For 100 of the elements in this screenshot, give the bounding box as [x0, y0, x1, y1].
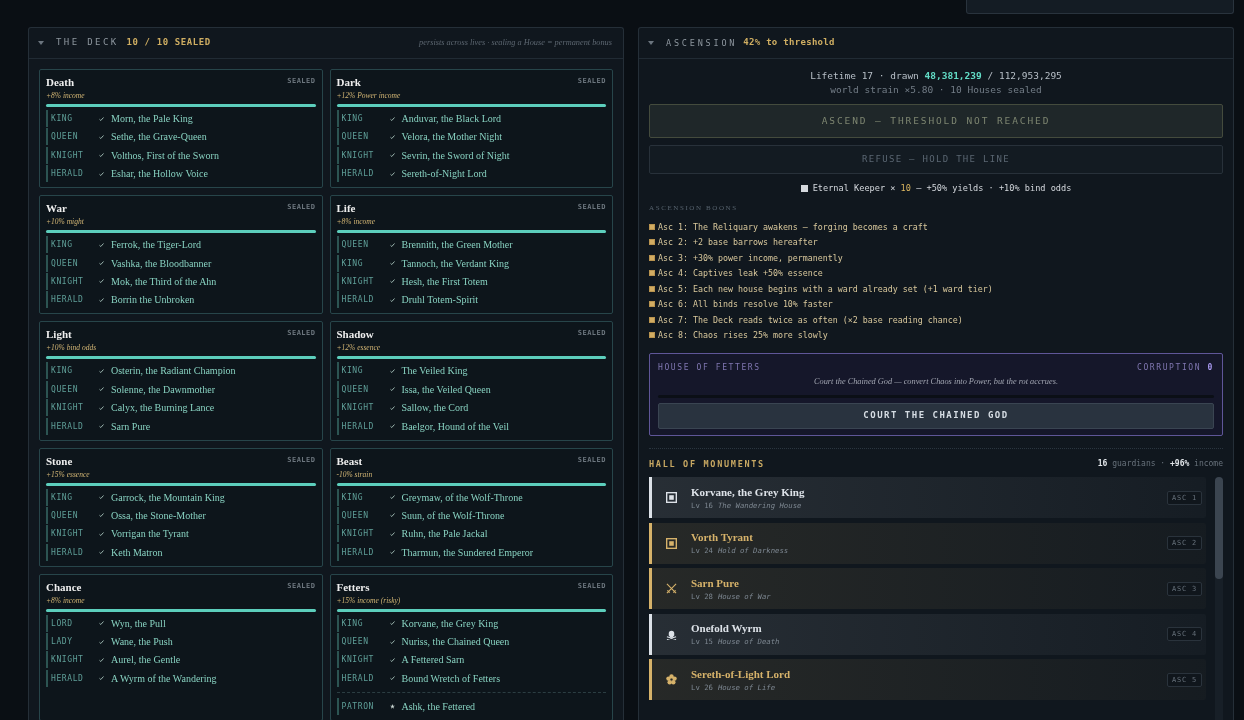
square-icon	[649, 316, 655, 323]
member-name: Vorrigan the Tyrant	[111, 527, 189, 541]
house-name: Stone	[46, 453, 73, 468]
boon-text: Asc 5: Each new house begins with a ward already set (+1 ward tier)	[658, 282, 993, 295]
court-button[interactable]: COURT THE CHAINED GOD	[658, 403, 1214, 429]
check-icon	[99, 171, 104, 176]
check-icon	[99, 368, 104, 373]
monument-name: Sereth-of-Light Lord	[691, 666, 791, 681]
role-label: HERALD	[341, 168, 375, 180]
monument-summary: 16 guardians · +96% income	[1097, 458, 1223, 470]
member-name: Ossa, the Stone-Mother	[111, 508, 206, 522]
boon-text: Asc 2: +2 base barrows hereafter	[658, 236, 818, 249]
check-icon	[99, 676, 104, 681]
role-label: HERALD	[341, 294, 375, 306]
check-icon	[99, 387, 104, 392]
member-name: Keth Matron	[111, 545, 163, 559]
role-label: KNIGHT	[51, 528, 85, 540]
member-name: Issa, the Veiled Queen	[401, 382, 491, 396]
square-icon	[649, 270, 655, 277]
member-name: A Fettered Sarn	[401, 653, 465, 667]
monument-name: Vorth Tyrant	[691, 530, 754, 544]
check-icon	[389, 424, 395, 428]
member-name: Suun, of the Wolf-Throne	[401, 508, 505, 522]
house-name: Beast	[336, 453, 363, 468]
role-label: QUEEN	[341, 383, 370, 395]
panel-title: ASCENSION	[666, 36, 738, 50]
monument-name: Korvane, the Grey King	[691, 484, 805, 499]
check-icon	[99, 242, 104, 247]
card-description: Court the Chained God — convert Chaos into Power, but the rot accrues.	[814, 376, 1058, 388]
role-label: HERALD	[341, 546, 375, 558]
caret-icon[interactable]	[648, 41, 654, 45]
check-icon	[99, 531, 104, 536]
check-icon	[389, 495, 395, 499]
flower-icon	[666, 674, 677, 685]
threshold-label: 42% to threshold	[743, 36, 835, 50]
boon-text: Asc 4: Captives leak +50% essence	[658, 267, 823, 280]
check-icon	[99, 134, 104, 139]
member-name: Osterin, the Radiant Champion	[111, 364, 236, 378]
caret-icon[interactable]	[38, 41, 44, 45]
panel-note: persists across lives · sealing a House = permanent bonus	[419, 36, 612, 49]
scrollbar-thumb[interactable]	[1215, 477, 1223, 579]
skull-icon	[666, 628, 677, 640]
strain-stats: world strain ×5.80 · 10 Houses sealed	[830, 83, 1042, 97]
keeper-bonus: Eternal Keeper × 10 — +50% yields · +10% bind odds	[812, 182, 1072, 195]
member-name: Garrock, the Mountain King	[111, 490, 225, 504]
check-icon	[99, 657, 104, 662]
monument-name: Onefold Wyrm	[691, 621, 763, 635]
role-label: QUEEN	[51, 131, 80, 143]
member-name: Volthos, First of the Sworn	[111, 148, 219, 162]
role-label: HERALD	[341, 420, 375, 432]
member-name: Velora, the Mother Night	[401, 130, 503, 144]
check-icon	[99, 153, 104, 158]
role-label: KNIGHT	[341, 528, 375, 540]
member-name: Druhl Totem-Spirit	[401, 293, 479, 307]
member-name: Baelgor, Hound of the Veil	[401, 419, 509, 433]
role-label: HERALD	[51, 546, 85, 558]
check-icon	[99, 116, 104, 121]
role-label: KING	[341, 491, 365, 503]
house-name: Chance	[46, 579, 82, 594]
role-label: KING	[341, 257, 365, 269]
check-icon	[389, 261, 395, 266]
house-name: Shadow	[336, 327, 374, 342]
house-name: Life	[336, 201, 356, 216]
check-icon	[389, 513, 395, 518]
square-icon	[649, 254, 655, 261]
member-name: Korvane, the Grey King	[401, 616, 499, 630]
role-label: KING	[51, 239, 74, 251]
section-title: HALL OF MONUMENTS	[649, 458, 765, 470]
role-label: LORD	[51, 617, 74, 629]
member-name: Solenne, the Dawnmother	[111, 382, 216, 396]
boon-text: Asc 7: The Deck reads twice as often (×2 base reading chance)	[658, 313, 963, 326]
role-label: KING	[51, 365, 74, 377]
member-name: Hesh, the First Totem	[401, 274, 488, 288]
lifetime-stats: Lifetime 17 · drawn 48,381,239 / 112,953,295	[810, 69, 1062, 83]
member-name: Ashk, the Fettered	[401, 699, 476, 713]
boon-text: Asc 1: The Reliquary awakens — forging becomes a craft	[658, 220, 928, 233]
role-label: KNIGHT	[341, 149, 375, 161]
check-icon	[99, 550, 104, 555]
role-label: KNIGHT	[51, 402, 85, 414]
member-name: Vashka, the Bloodbanner	[111, 256, 212, 270]
member-name: Wyn, the Pull	[111, 616, 166, 630]
monument-name: Sarn Pure	[691, 575, 740, 590]
member-name: Greymaw, of the Wolf-Throne	[401, 490, 523, 504]
check-icon	[99, 621, 104, 626]
check-icon	[389, 621, 395, 626]
star-icon	[389, 703, 395, 709]
square-icon	[800, 184, 808, 192]
check-icon	[389, 279, 395, 284]
panel-title: THE DECK	[56, 36, 119, 50]
corruption-value: CORRUPTION 0	[1137, 362, 1214, 374]
role-label: KING	[51, 491, 74, 503]
check-icon	[99, 261, 104, 266]
check-icon	[99, 297, 104, 302]
role-label: HERALD	[341, 672, 375, 684]
role-label: KNIGHT	[51, 654, 85, 666]
house-name: Light	[46, 327, 72, 342]
check-icon	[389, 639, 395, 644]
role-label: HERALD	[51, 168, 85, 180]
card-title: HOUSE OF FETTERS	[658, 362, 761, 374]
role-label: QUEEN	[341, 636, 370, 648]
